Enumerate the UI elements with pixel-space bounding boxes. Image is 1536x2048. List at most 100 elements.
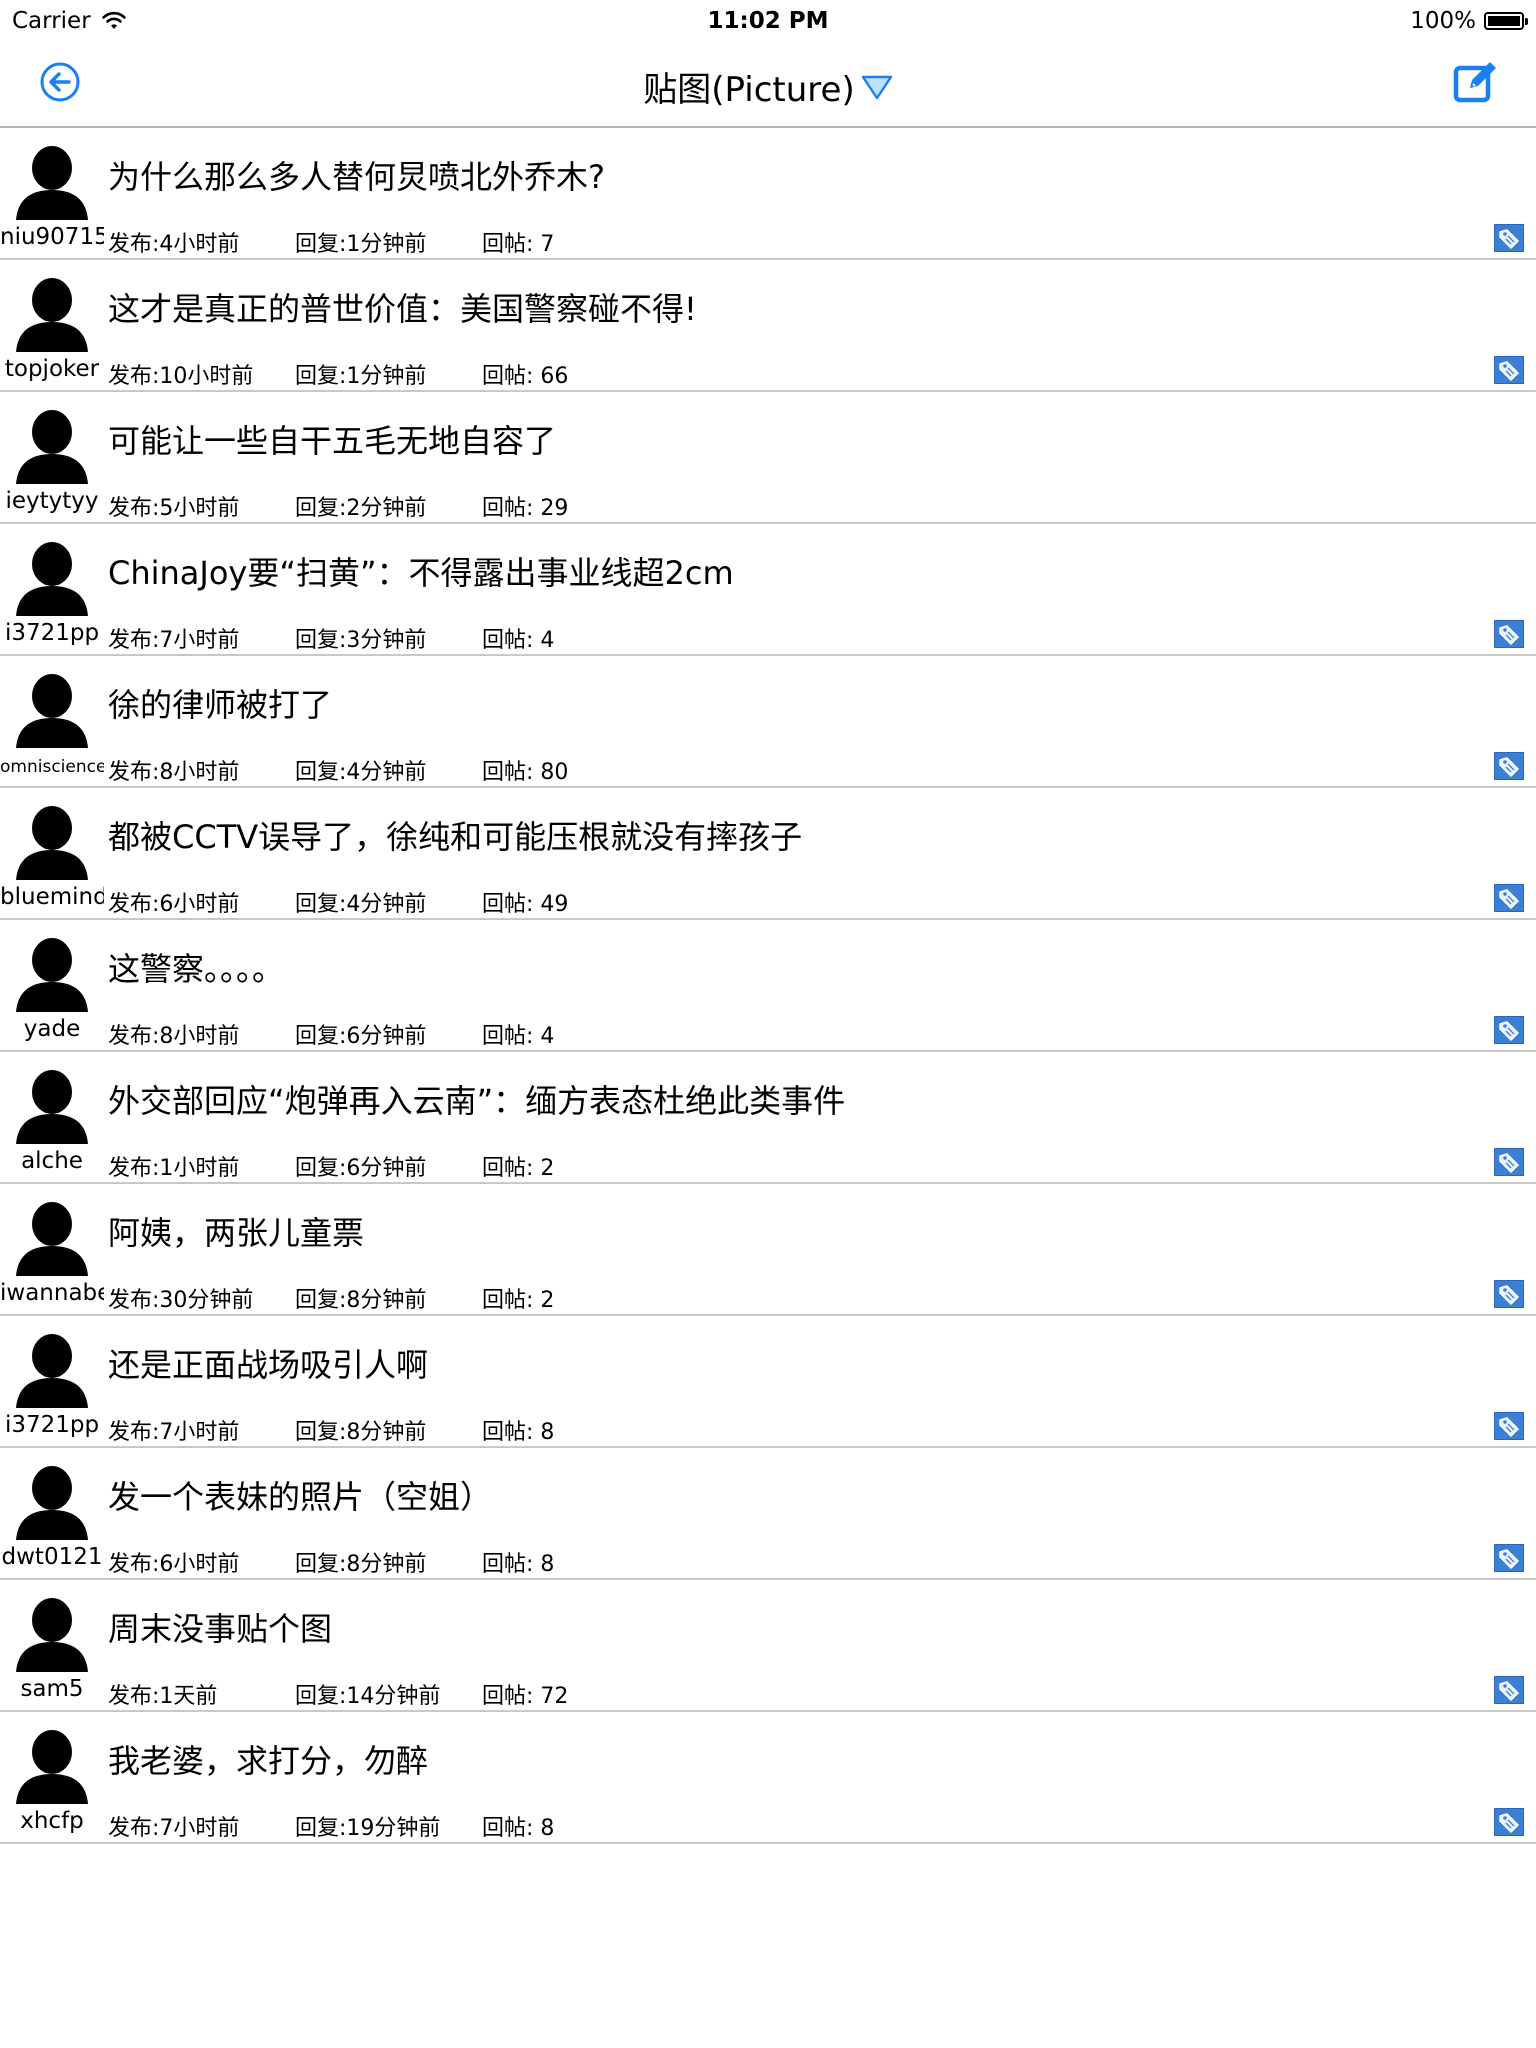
avatar[interactable] [12, 800, 92, 880]
image-tag-icon[interactable] [1494, 224, 1524, 252]
post-title[interactable]: 徐的律师被打了 [108, 680, 332, 726]
posted-time: 发布:1小时前 [108, 1156, 240, 1181]
user-silhouette-icon [16, 1334, 88, 1408]
image-tag-icon[interactable] [1494, 620, 1524, 648]
list-item[interactable]: yade 这警察。。。。 发布:8小时前 回复:6分钟前 回帖: 4 [0, 920, 1536, 1052]
post-title[interactable]: ChinaJoy要“扫黄”：不得露出事业线超2cm [108, 548, 734, 594]
image-tag-icon[interactable] [1494, 1676, 1524, 1704]
post-title[interactable]: 这警察。。。。 [108, 944, 284, 990]
avatar[interactable] [12, 1592, 92, 1672]
reply-count: 回帖: 49 [482, 892, 569, 917]
username[interactable]: xhcfp [0, 1808, 104, 1834]
post-title[interactable]: 还是正面战场吸引人啊 [108, 1340, 428, 1386]
image-tag-icon[interactable] [1494, 356, 1524, 384]
user-silhouette-icon [16, 542, 88, 616]
replied-time: 回复:4分钟前 [295, 892, 427, 917]
status-right: 100% [1410, 8, 1528, 34]
replied-time: 回复:4分钟前 [295, 760, 427, 785]
username[interactable]: bluemind [0, 884, 104, 910]
username[interactable]: yade [0, 1016, 104, 1042]
username[interactable]: alche [0, 1148, 104, 1174]
reply-count: 回帖: 2 [482, 1156, 555, 1181]
posted-time: 发布:7小时前 [108, 628, 240, 653]
replied-time: 回复:19分钟前 [295, 1816, 441, 1841]
avatar[interactable] [12, 1328, 92, 1408]
avatar[interactable] [12, 140, 92, 220]
posted-time: 发布:1天前 [108, 1684, 218, 1709]
posted-time: 发布:7小时前 [108, 1420, 240, 1445]
compose-icon[interactable] [1452, 58, 1500, 106]
list-item[interactable]: alche 外交部回应“炮弹再入云南”：缅方表态杜绝此类事件 发布:1小时前 回… [0, 1052, 1536, 1184]
reply-count: 回帖: 8 [482, 1816, 555, 1841]
status-bar: Carrier 11:02 PM 100% [0, 0, 1536, 40]
user-silhouette-icon [16, 1070, 88, 1144]
avatar[interactable] [12, 1724, 92, 1804]
user-silhouette-icon [16, 1466, 88, 1540]
replied-time: 回复:1分钟前 [295, 364, 427, 389]
avatar[interactable] [12, 668, 92, 748]
page-title: 贴图(Picture) [643, 70, 855, 110]
avatar[interactable] [12, 404, 92, 484]
avatar[interactable] [12, 1460, 92, 1540]
list-item[interactable]: dwt0121 发一个表妹的照片（空姐） 发布:6小时前 回复:8分钟前 回帖:… [0, 1448, 1536, 1580]
image-tag-icon[interactable] [1494, 1148, 1524, 1176]
posted-time: 发布:6小时前 [108, 1552, 240, 1577]
list-item[interactable]: ieytytyy 可能让一些自干五毛无地自容了 发布:5小时前 回复:2分钟前 … [0, 392, 1536, 524]
replied-time: 回复:3分钟前 [295, 628, 427, 653]
posted-time: 发布:7小时前 [108, 1816, 240, 1841]
avatar[interactable] [12, 536, 92, 616]
battery-icon [1484, 12, 1528, 30]
post-title[interactable]: 发一个表妹的照片（空姐） [108, 1472, 492, 1518]
post-title[interactable]: 这才是真正的普世价值：美国警察碰不得! [108, 284, 697, 330]
reply-count: 回帖: 2 [482, 1288, 555, 1313]
avatar[interactable] [12, 932, 92, 1012]
username[interactable]: niu90715 [0, 224, 104, 250]
list-item[interactable]: niu90715 为什么那么多人替何炅喷北外乔木? 发布:4小时前 回复:1分钟… [0, 128, 1536, 260]
post-title[interactable]: 我老婆，求打分，勿醉 [108, 1736, 428, 1782]
posted-time: 发布:8小时前 [108, 760, 240, 785]
post-list: niu90715 为什么那么多人替何炅喷北外乔木? 发布:4小时前 回复:1分钟… [0, 128, 1536, 1844]
avatar[interactable] [12, 1196, 92, 1276]
post-title[interactable]: 外交部回应“炮弹再入云南”：缅方表态杜绝此类事件 [108, 1076, 845, 1122]
username[interactable]: topjoker [0, 356, 104, 382]
image-tag-icon[interactable] [1494, 752, 1524, 780]
username[interactable]: sam5 [0, 1676, 104, 1702]
reply-count: 回帖: 80 [482, 760, 569, 785]
list-item[interactable]: xhcfp 我老婆，求打分，勿醉 发布:7小时前 回复:19分钟前 回帖: 8 [0, 1712, 1536, 1844]
list-item[interactable]: i3721pp ChinaJoy要“扫黄”：不得露出事业线超2cm 发布:7小时… [0, 524, 1536, 656]
image-tag-icon[interactable] [1494, 1016, 1524, 1044]
list-item[interactable]: i3721pp 还是正面战场吸引人啊 发布:7小时前 回复:8分钟前 回帖: 8 [0, 1316, 1536, 1448]
post-title[interactable]: 都被CCTV误导了，徐纯和可能压根就没有摔孩子 [108, 812, 802, 858]
username[interactable]: omniscience [0, 757, 104, 777]
username[interactable]: iwannabe [0, 1280, 104, 1306]
section-selector[interactable]: 贴图(Picture) [643, 62, 892, 111]
reply-count: 回帖: 8 [482, 1552, 555, 1577]
post-title[interactable]: 为什么那么多人替何炅喷北外乔木? [108, 152, 605, 198]
replied-time: 回复:6分钟前 [295, 1024, 427, 1049]
username[interactable]: i3721pp [0, 1412, 104, 1438]
list-item[interactable]: topjoker 这才是真正的普世价值：美国警察碰不得! 发布:10小时前 回复… [0, 260, 1536, 392]
replied-time: 回复:8分钟前 [295, 1552, 427, 1577]
username[interactable]: dwt0121 [0, 1544, 104, 1570]
status-time: 11:02 PM [707, 8, 829, 34]
post-title[interactable]: 周末没事贴个图 [108, 1604, 332, 1650]
user-silhouette-icon [16, 674, 88, 748]
user-silhouette-icon [16, 1730, 88, 1804]
image-tag-icon[interactable] [1494, 884, 1524, 912]
avatar[interactable] [12, 1064, 92, 1144]
image-tag-icon[interactable] [1494, 1544, 1524, 1572]
list-item[interactable]: bluemind 都被CCTV误导了，徐纯和可能压根就没有摔孩子 发布:6小时前… [0, 788, 1536, 920]
post-title[interactable]: 可能让一些自干五毛无地自容了 [108, 416, 556, 462]
replied-time: 回复:2分钟前 [295, 496, 427, 521]
post-title[interactable]: 阿姨，两张儿童票 [108, 1208, 364, 1254]
username[interactable]: ieytytyy [0, 488, 104, 514]
avatar[interactable] [12, 272, 92, 352]
list-item[interactable]: sam5 周末没事贴个图 发布:1天前 回复:14分钟前 回帖: 72 [0, 1580, 1536, 1712]
battery-fill [1488, 16, 1520, 26]
list-item[interactable]: omniscience 徐的律师被打了 发布:8小时前 回复:4分钟前 回帖: … [0, 656, 1536, 788]
image-tag-icon[interactable] [1494, 1280, 1524, 1308]
image-tag-icon[interactable] [1494, 1808, 1524, 1836]
image-tag-icon[interactable] [1494, 1412, 1524, 1440]
username[interactable]: i3721pp [0, 620, 104, 646]
list-item[interactable]: iwannabe 阿姨，两张儿童票 发布:30分钟前 回复:8分钟前 回帖: 2 [0, 1184, 1536, 1316]
